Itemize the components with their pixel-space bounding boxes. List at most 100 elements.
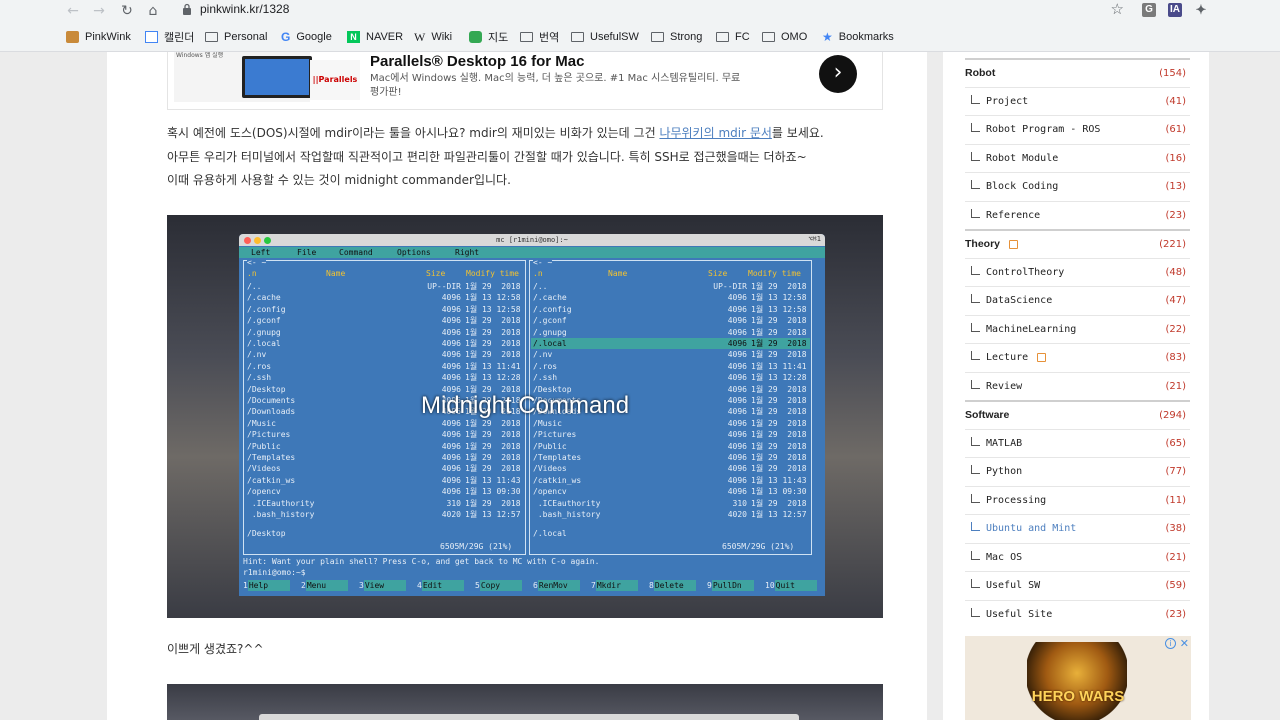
bookmark-personal[interactable]: Personal [205, 29, 267, 45]
extensions-puzzle-icon[interactable]: ✦ [1194, 3, 1208, 17]
file-size: UP--DIR [713, 282, 747, 291]
category-mac-os[interactable]: Mac OS (21) [965, 542, 1190, 572]
terminal-titlebar [259, 714, 799, 720]
bookmark-usefulsw[interactable]: UsefulSW [571, 29, 639, 45]
file-name: /.. [533, 282, 548, 291]
parallels-ad[interactable]: Windows 앱 실행 ||Parallels Parallels® Desk… [167, 52, 883, 110]
category-label: Theory [965, 238, 1001, 251]
category-controltheory[interactable]: ControlTheory (48) [965, 257, 1190, 287]
right-panel-footer: /.local [533, 529, 567, 538]
new-badge-icon [1037, 353, 1047, 363]
category-robot[interactable]: Robot (154) [965, 58, 1190, 87]
category-theory[interactable]: Theory (221) [965, 229, 1190, 258]
file-row: /Public 4096 1월 29 2018 [245, 441, 524, 452]
file-size: 4096 [727, 293, 747, 303]
after-image-text: 이쁘게 생겼죠?^^ [167, 642, 264, 656]
bookmark-map[interactable]: 지도 [469, 29, 508, 45]
file-mtime: 1월 29 2018 [465, 441, 521, 451]
file-name: /.cache [533, 293, 567, 303]
file-name: /Videos [533, 464, 567, 474]
fkey-label: Copy [479, 580, 522, 591]
category-reference[interactable]: Reference (23) [965, 200, 1190, 230]
category-block-coding[interactable]: Block Coding (13) [965, 172, 1190, 201]
bookmark-calendar[interactable]: 캘린더 [145, 29, 194, 45]
file-size: 4096 [727, 441, 747, 451]
category-label-group: Mac OS [965, 550, 1022, 563]
file-name: /.ros [247, 361, 272, 371]
file-row: /.gconf 4096 1월 29 2018 [531, 315, 810, 326]
file-row: /Pictures 4096 1월 29 2018 [531, 429, 810, 440]
category-matlab[interactable]: MATLAB (65) [965, 428, 1190, 458]
file-mtime: 1월 13 09:30 [751, 487, 807, 497]
file-size: 4096 [727, 361, 747, 371]
category-count: (23) [1165, 608, 1186, 620]
category-project[interactable]: Project (41) [965, 86, 1190, 116]
extension-g-icon[interactable]: G [1142, 3, 1156, 17]
category-count: (65) [1165, 437, 1186, 449]
bookmark-fc[interactable]: FC [716, 29, 750, 45]
category-datascience[interactable]: DataScience (47) [965, 286, 1190, 315]
category-review[interactable]: Review (21) [965, 371, 1190, 401]
subcategory-arrow-icon [971, 351, 980, 361]
file-size: 4096 [727, 304, 747, 314]
file-mtime: 1월 13 11:41 [751, 361, 807, 371]
bookmark-strong[interactable]: Strong [651, 29, 702, 45]
file-size: 4096 [727, 327, 747, 337]
ad-thumb-text: Windows 앱 실행 [176, 52, 224, 59]
fkey-pulldn: 9PullDn [707, 580, 754, 591]
category-label-group: Block Coding [965, 180, 1058, 192]
file-name: /.gconf [533, 316, 567, 326]
category-useful-sw[interactable]: Useful SW (59) [965, 571, 1190, 600]
address-bar[interactable]: pinkwink.kr/1328 ☆ [170, 0, 1132, 20]
midnight-commander-video[interactable]: mc [r1mini@omo]:~ ⌥⌘1 Left File Command … [167, 215, 883, 618]
extension-ia-icon[interactable]: IA [1168, 3, 1182, 17]
fkey-number: 10 [765, 581, 775, 590]
category-machinelearning[interactable]: MachineLearning (22) [965, 314, 1190, 344]
second-screenshot [167, 684, 883, 720]
category-useful-site[interactable]: Useful Site (23) [965, 599, 1190, 629]
left-panel-footer: /Desktop [247, 529, 286, 538]
file-size: 4096 [727, 316, 747, 326]
para2-text: 아무튼 우리가 터미널에서 작업할때 직관적이고 편리한 파일관리툴이 간절할 … [167, 149, 807, 164]
category-label: Useful Site [986, 608, 1053, 620]
category-label: MATLAB [986, 437, 1023, 449]
bookmark-translate[interactable]: 번역 [520, 29, 559, 45]
category-lecture[interactable]: Lecture (83) [965, 343, 1190, 372]
ad-info-icon[interactable]: i [1165, 638, 1176, 649]
bookmark-star-icon[interactable]: ☆ [1111, 0, 1124, 18]
file-size: 4096 [441, 350, 461, 360]
bookmark-wiki[interactable]: W Wiki [414, 29, 452, 45]
hero-wars-emblem [1027, 642, 1127, 720]
bookmark-google[interactable]: G Google [281, 29, 332, 45]
file-mtime: 1월 29 2018 [751, 453, 807, 462]
subcategory-arrow-icon [971, 465, 980, 475]
category-ubuntu-and-mint[interactable]: Ubuntu and Mint (38) [965, 514, 1190, 543]
mc-menu-command: Command [339, 248, 373, 257]
back-button-icon[interactable]: ← [64, 2, 82, 20]
file-row: /.nv 4096 1월 29 2018 [245, 349, 524, 360]
category-label: ControlTheory [986, 266, 1065, 278]
home-button-icon[interactable]: ⌂ [144, 2, 162, 20]
bookmark-omo[interactable]: OMO [762, 29, 807, 45]
namuwiki-mdir-link[interactable]: 나무위키의 mdir 문서 [659, 126, 771, 140]
col-name: Name [326, 269, 346, 278]
laptop-image [242, 56, 312, 98]
ad-next-arrow-icon[interactable]: › [819, 55, 857, 93]
category-robot-module[interactable]: Robot Module (16) [965, 143, 1190, 173]
bookmark-bookmarks[interactable]: ★ Bookmarks [822, 29, 894, 45]
ad-title[interactable]: Parallels® Desktop 16 for Mac [370, 53, 584, 70]
bookmark-pinkwink[interactable]: PinkWink [66, 29, 131, 45]
category-robot-program-ros[interactable]: Robot Program - ROS (61) [965, 115, 1190, 144]
hero-wars-ad[interactable]: HERO WARS i ✕ [965, 636, 1191, 720]
forward-button-icon[interactable]: → [90, 2, 108, 20]
category-python[interactable]: Python (77) [965, 457, 1190, 486]
bookmark-naver[interactable]: N NAVER [347, 29, 403, 45]
category-software[interactable]: Software (294) [965, 400, 1190, 429]
ad-close-icon[interactable]: ✕ [1180, 637, 1189, 650]
browser-toolbar: ← → ↻ ⌂ pinkwink.kr/1328 ☆ G IA ✦ [0, 0, 1280, 22]
reload-button-icon[interactable]: ↻ [118, 2, 136, 20]
file-row: /catkin_ws 4096 1월 13 11:43 [245, 475, 524, 486]
file-mtime: 1월 29 2018 [751, 327, 807, 337]
file-mtime: 1월 29 2018 [465, 282, 521, 291]
category-processing[interactable]: Processing (11) [965, 485, 1190, 515]
